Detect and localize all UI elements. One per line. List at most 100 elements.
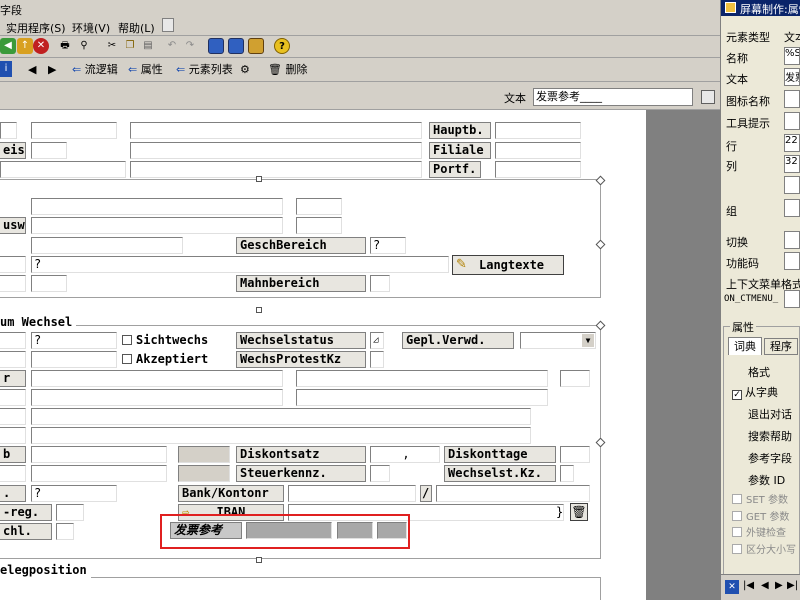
- set-param-checkbox[interactable]: SET 参数: [732, 491, 788, 506]
- layout-icon-3[interactable]: [248, 38, 264, 54]
- portf-field[interactable]: [495, 161, 581, 178]
- wechsel-field-15[interactable]: [31, 446, 167, 463]
- layout-icon-1[interactable]: [208, 38, 224, 54]
- header-field-5[interactable]: [130, 142, 422, 159]
- wechsel-field-11[interactable]: [0, 408, 26, 425]
- attributes-button[interactable]: ⇐ 属性: [128, 60, 163, 80]
- get-param-checkbox[interactable]: GET 参数: [732, 508, 789, 523]
- geschbereich-field[interactable]: ?: [370, 237, 406, 254]
- element-list-button[interactable]: ⇐ 元素列表: [176, 60, 233, 80]
- flow-logic-button[interactable]: ⇐ 流逻辑: [72, 60, 118, 80]
- sichtwechs-checkbox[interactable]: Sichtwechs: [122, 332, 208, 349]
- redo-icon[interactable]: ↷: [182, 38, 198, 54]
- text-field[interactable]: 发票: [784, 68, 800, 86]
- settings-icon[interactable]: ⚙: [240, 60, 250, 80]
- wechsel-field-13[interactable]: [0, 427, 26, 444]
- context-menu-field[interactable]: [784, 290, 800, 308]
- menu-overflow-icon[interactable]: [162, 18, 174, 32]
- header-field-3[interactable]: [130, 122, 422, 139]
- chl-field[interactable]: [56, 523, 74, 540]
- wechsel-field-6[interactable]: [296, 370, 548, 387]
- back-icon[interactable]: ◀: [0, 38, 16, 54]
- find-icon[interactable]: ⚲: [76, 38, 92, 54]
- frame-handle[interactable]: [256, 307, 262, 313]
- cut-icon[interactable]: ✂: [104, 38, 120, 54]
- undo-icon[interactable]: ↶: [164, 38, 180, 54]
- frame-handle[interactable]: [256, 176, 262, 182]
- row-field[interactable]: 22: [784, 134, 800, 152]
- wechsel-field-20[interactable]: ?: [31, 485, 117, 502]
- case-sensitive-checkbox[interactable]: 区分大小写: [732, 541, 796, 556]
- nav-next-icon[interactable]: ▶: [775, 580, 783, 591]
- mid-field-6[interactable]: [0, 256, 26, 273]
- menu-utilities[interactable]: 实用程序(S): [6, 20, 66, 36]
- nav-prev-icon[interactable]: ◀: [761, 580, 769, 591]
- invoice-ref-field-2[interactable]: [337, 522, 373, 539]
- help-icon[interactable]: ?: [274, 38, 290, 54]
- wechsel-field-3[interactable]: [0, 351, 26, 368]
- toggle-field[interactable]: [784, 231, 800, 249]
- mahnbereich-field[interactable]: [370, 275, 390, 292]
- frame-handle[interactable]: [256, 557, 262, 563]
- bank-field[interactable]: [288, 485, 416, 502]
- cancel-icon[interactable]: ✕: [33, 38, 49, 54]
- invoice-ref-field-1[interactable]: [246, 522, 332, 539]
- print-icon[interactable]: 🖶: [57, 38, 73, 54]
- langtexte-button[interactable]: ✎ Langtexte: [452, 255, 564, 275]
- icon-name-field[interactable]: [784, 90, 800, 108]
- wechsel-field-18[interactable]: [31, 465, 167, 482]
- nav-first-icon[interactable]: |◀: [743, 580, 754, 591]
- invoice-ref-label[interactable]: 发票参考: [170, 522, 242, 539]
- extra-field[interactable]: [784, 176, 800, 194]
- reg-field[interactable]: [56, 504, 84, 521]
- exit-icon[interactable]: ↑: [17, 38, 33, 54]
- akzeptiert-checkbox[interactable]: Akzeptiert: [122, 351, 208, 368]
- mid-field-3[interactable]: [31, 217, 283, 234]
- info-icon[interactable]: i: [0, 61, 12, 77]
- next-icon[interactable]: ▶: [48, 60, 56, 80]
- menu-environment[interactable]: 环境(V): [72, 20, 110, 36]
- wechsel-field-9[interactable]: [31, 389, 283, 406]
- header-field-2[interactable]: [31, 122, 117, 139]
- wechsel-field-12[interactable]: [31, 408, 531, 425]
- prev-icon[interactable]: ◀: [28, 60, 36, 80]
- wechsel-field-1[interactable]: [0, 332, 26, 349]
- copy-icon[interactable]: ❐: [122, 38, 138, 54]
- paste-icon[interactable]: ▤: [140, 38, 156, 54]
- wechsprotestkz-field[interactable]: [370, 351, 384, 368]
- gepl-verwd-dropdown[interactable]: ▼: [520, 332, 596, 349]
- header-field-7[interactable]: [130, 161, 422, 178]
- diskontsatz-field[interactable]: ,: [370, 446, 440, 463]
- delete-button[interactable]: 🗑 删除: [268, 60, 307, 80]
- tooltip-field[interactable]: [784, 112, 800, 130]
- tab-dictionary[interactable]: 词典: [728, 337, 762, 355]
- steuerkennz-field[interactable]: [370, 465, 390, 482]
- mid-field-9[interactable]: [31, 275, 67, 292]
- foreign-key-checkbox[interactable]: 外键检查: [732, 524, 786, 539]
- invoice-ref-field-3[interactable]: [377, 522, 407, 539]
- text-field-icon[interactable]: [701, 90, 715, 104]
- header-field-1[interactable]: [0, 122, 17, 139]
- mid-field-4[interactable]: [296, 217, 342, 234]
- hauptb-field[interactable]: [495, 122, 581, 139]
- wechsel-field-8[interactable]: [0, 389, 26, 406]
- wechsel-field-16[interactable]: [178, 446, 230, 463]
- wechsel-field-7[interactable]: [560, 370, 590, 387]
- close-icon[interactable]: ✕: [725, 580, 739, 594]
- name-field[interactable]: %SE: [784, 47, 800, 65]
- text-field-input[interactable]: 发票参考____: [533, 88, 693, 106]
- mid-field-7[interactable]: ?: [31, 256, 449, 273]
- filiale-field[interactable]: [495, 142, 581, 159]
- wechselstatus-field[interactable]: ◿: [370, 332, 384, 349]
- wechsel-field-19[interactable]: [178, 465, 230, 482]
- mid-field-8[interactable]: [0, 275, 26, 292]
- wechsel-field-14[interactable]: [31, 427, 531, 444]
- col-field[interactable]: 32: [784, 155, 800, 173]
- wechsel-field-2[interactable]: ?: [31, 332, 117, 349]
- layout-icon-2[interactable]: [228, 38, 244, 54]
- func-code-field[interactable]: [784, 252, 800, 270]
- mid-field-5[interactable]: [31, 237, 183, 254]
- diskonttage-field[interactable]: [560, 446, 590, 463]
- wechselst-kz-field[interactable]: [560, 465, 574, 482]
- mid-field-2[interactable]: [296, 198, 342, 215]
